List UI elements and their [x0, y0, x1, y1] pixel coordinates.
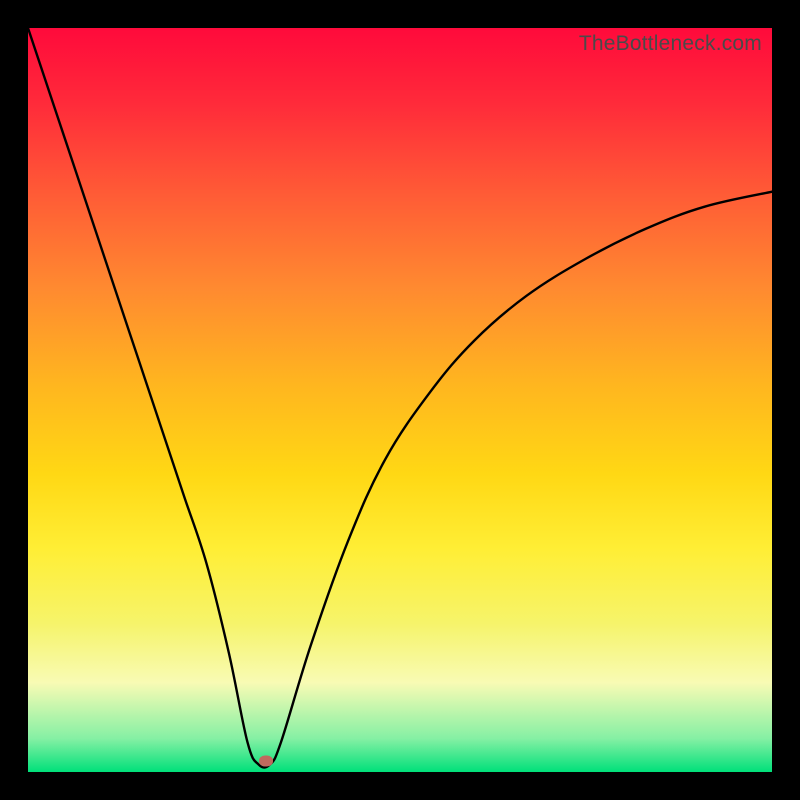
plot-area: TheBottleneck.com — [28, 28, 772, 772]
optimum-marker — [259, 755, 273, 766]
bottleneck-curve — [28, 28, 772, 772]
chart-frame: TheBottleneck.com — [0, 0, 800, 800]
